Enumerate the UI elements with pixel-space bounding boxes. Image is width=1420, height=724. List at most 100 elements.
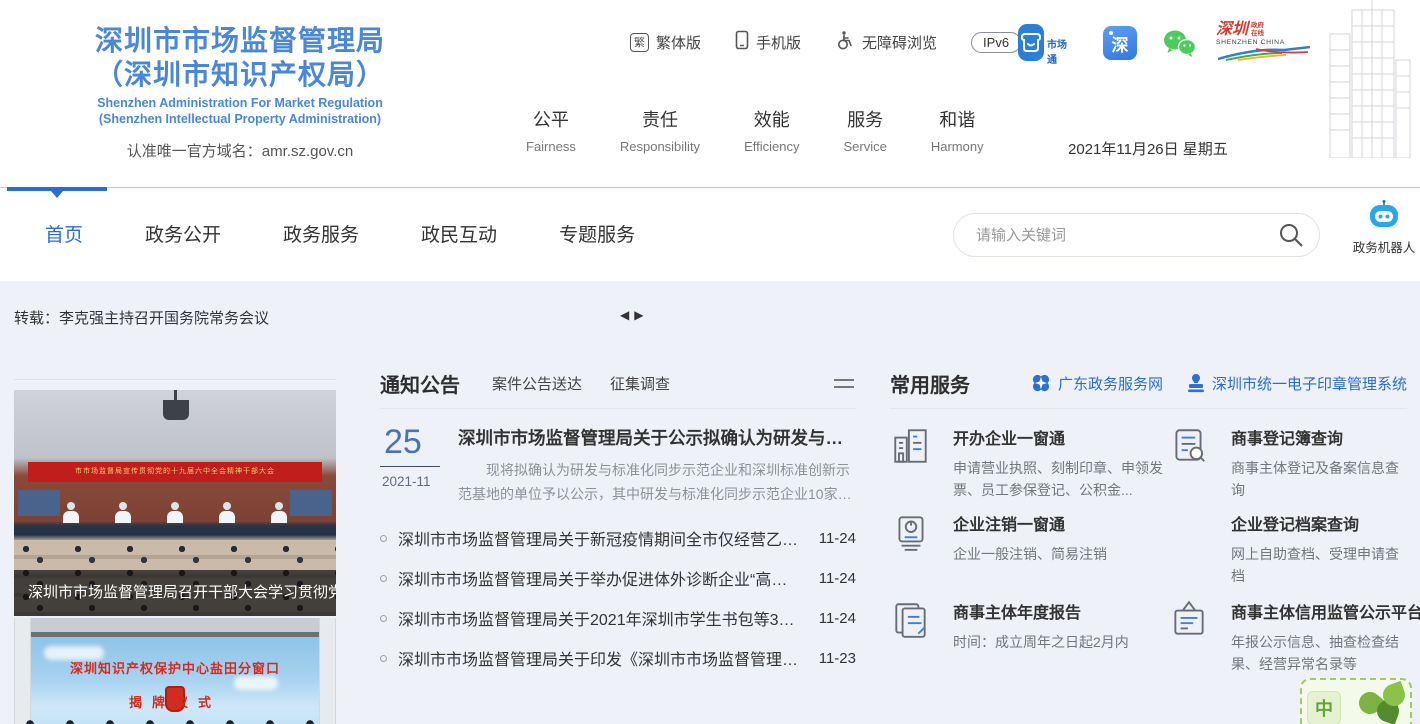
search-input[interactable] [976, 227, 1277, 244]
market-app-icon [1018, 24, 1044, 61]
notice-list-item[interactable]: 深圳市市场监督管理局关于印发《深圳市市场监督管理局商... 11-23 [380, 638, 856, 678]
service-open-business[interactable]: 开办企业一窗通 申请营业执照、刻制印章、申领发票、员工参保登记、公积金... [890, 425, 1168, 501]
accessibility-wheelchair-icon [835, 30, 855, 54]
content-area: 转载：李克强主持召开国务院常务会议 ◀ ▶ 市市场监督局宣传贯彻党的十九届六中全… [0, 281, 1420, 724]
main-navbar: 首页 政务公开 政务服务 政民互动 专题服务 [0, 188, 1420, 281]
news-ticker-link[interactable]: 转载：李克强主持召开国务院常务会议 [14, 307, 269, 328]
gov-logo-cn-small: 政府在线 [1251, 22, 1266, 38]
nav-item-gov-info[interactable]: 政务公开 [145, 220, 221, 247]
notices-tabs: 案件公告送达 征集调查 [492, 373, 670, 394]
nav-item-special-services[interactable]: 专题服务 [559, 220, 635, 247]
active-tab-pointer [51, 191, 63, 198]
photo-carousel: 市市场监督局宣传贯彻党的十九届六中全会精神干部大会 深圳市市场监督管理局召开干部… [14, 379, 336, 724]
gov-logo-swoosh [1216, 46, 1312, 62]
ticker-prev-button[interactable]: ◀ [620, 308, 629, 322]
logo-title-line2: （深圳市知识产权局） [25, 58, 455, 92]
mobile-version-link[interactable]: 手机版 [735, 30, 801, 54]
service-deregistration[interactable]: 企业注销一窗通 企业一般注销、简易注销 [890, 511, 1168, 566]
annual-report-icon [890, 599, 932, 641]
traditional-chinese-icon: 繁 [630, 33, 649, 52]
tab-case-announcements[interactable]: 案件公告送达 [492, 373, 582, 394]
divider [890, 408, 1407, 409]
carousel-photo-ceremony[interactable]: 深圳知识产权保护中心盐田分窗口 揭牌仪式 [14, 618, 336, 724]
traditional-version-link[interactable]: 繁 繁体版 [630, 32, 701, 53]
gd-gov-flower-icon [1031, 373, 1051, 393]
logo-title-line1: 深圳市市场监督管理局 [25, 24, 455, 58]
market-app-label: 市场通 [1047, 36, 1068, 66]
pillar-right [319, 618, 336, 724]
services-header: 常用服务 广东政务服务网 [890, 366, 1407, 400]
search-icon [1277, 221, 1305, 249]
power-device-icon [890, 511, 932, 553]
service-registry-search[interactable]: 商事登记簿查询 商事主体登记及备案信息查询 [1168, 425, 1407, 501]
shenzhen-gov-online-logo[interactable]: 深圳 政府在线 SHENZHEN CHINA [1216, 22, 1316, 67]
logo-subtitle-line1: Shenzhen Administration For Market Regul… [25, 96, 455, 112]
date-rule [380, 466, 440, 467]
search-button[interactable] [1277, 221, 1305, 249]
notices-section: 通知公告 案件公告送达 征集调查 25 2021-11 深圳市市 [380, 366, 856, 678]
carousel-caption: 深圳市市场监督管理局召开干部大会学习贯彻党的十... [14, 570, 336, 616]
more-icon [834, 379, 854, 381]
bullet-icon [380, 615, 387, 622]
notice-date: 11-24 [819, 610, 856, 627]
service-archive-search[interactable]: 企业登记档案查询 网上自助查档、受理申请查档 [1168, 511, 1407, 587]
pillar-left [14, 618, 31, 724]
ticker-next-button[interactable]: ▶ [634, 308, 643, 322]
gov-robot-label: 政务机器人 [1352, 237, 1416, 256]
service-desc: 时间：成立周年之日起2月内 [953, 632, 1129, 654]
document-search-icon [1168, 425, 1210, 467]
site-logo: 深圳市市场监督管理局 （深圳市知识产权局） Shenzhen Administr… [25, 24, 455, 161]
service-desc: 商事主体登记及备案信息查询 [1231, 458, 1407, 501]
notice-list-item[interactable]: 深圳市市场监督管理局关于新冠疫情期间全市仅经营乙类非... 11-24 [380, 518, 856, 558]
value-fairness: 公平 Fairness [516, 106, 586, 154]
wechat-icon[interactable] [1161, 28, 1197, 65]
skyscraper-sketch [1314, 0, 1418, 158]
service-desc: 年报公示信息、抽查检查结果、经营异常名录等 [1231, 632, 1407, 675]
nav-item-interaction[interactable]: 政民互动 [421, 220, 497, 247]
featured-notice: 25 2021-11 深圳市市场监督管理局关于公示拟确认为研发与标... 现将拟… [380, 409, 856, 506]
notice-title[interactable]: 深圳市市场监督管理局关于新冠疫情期间全市仅经营乙类非... [398, 526, 819, 550]
notices-header: 通知公告 案件公告送达 征集调查 [380, 366, 856, 400]
service-title: 企业注销一窗通 [953, 511, 1107, 535]
accessibility-link[interactable]: 无障碍浏览 [835, 30, 937, 54]
services-links: 广东政务服务网 深圳市统一电子印章管理系统 [1031, 373, 1407, 394]
value-harmony: 和谐 Harmony [921, 106, 994, 154]
bullet-icon [380, 655, 387, 662]
ishenzhen-app-icon[interactable]: 深 [1103, 26, 1137, 60]
carousel-photo-meeting[interactable]: 市市场监督局宣传贯彻党的十九届六中全会精神干部大会 深圳市市场监督管理局召开干部… [14, 390, 336, 616]
nav-item-gov-services[interactable]: 政务服务 [283, 220, 359, 247]
notice-list-item[interactable]: 深圳市市场监督管理局关于举办促进体外诊断企业“高质量... 11-24 [380, 558, 856, 598]
nav-links: 首页 政务公开 政务服务 政民互动 专题服务 [45, 220, 635, 247]
notice-title[interactable]: 深圳市市场监督管理局关于举办促进体外诊断企业“高质量... [398, 566, 819, 590]
quick-links: 繁 繁体版 手机版 无障碍浏览 [630, 30, 1021, 54]
ceremony-title: 深圳知识产权保护中心盐田分窗口 [31, 658, 319, 677]
current-date: 2021年11月26日 星期五 [1068, 138, 1228, 159]
service-annual-report[interactable]: 商事主体年度报告 时间：成立周年之日起2月内 [890, 599, 1168, 654]
ceremony-people [14, 716, 336, 724]
featured-notice-title[interactable]: 深圳市市场监督管理局关于公示拟确认为研发与标... [458, 425, 856, 450]
gov-logo-cn: 深圳 [1216, 22, 1248, 38]
logo-title: 深圳市市场监督管理局 （深圳市知识产权局） [25, 24, 455, 92]
nav-item-home[interactable]: 首页 [45, 220, 83, 247]
ceremony-subtitle: 揭牌仪式 [31, 692, 319, 711]
notice-list: 深圳市市场监督管理局关于新冠疫情期间全市仅经营乙类非... 11-24 深圳市市… [380, 518, 856, 678]
featured-date: 25 2021-11 [380, 425, 458, 506]
notice-board-icon [1168, 599, 1210, 641]
gov-robot-button[interactable]: 政务机器人 [1352, 200, 1416, 256]
notice-title[interactable]: 深圳市市场监督管理局关于印发《深圳市市场监督管理局商... [398, 646, 819, 670]
notices-title: 通知公告 [380, 369, 460, 398]
guangdong-gov-link[interactable]: 广东政务服务网 [1031, 373, 1163, 394]
ipv6-badge[interactable]: IPv6 [971, 32, 1021, 53]
notice-date: 11-24 [819, 570, 856, 587]
meeting-banner: 市市场监督局宣传贯彻党的十九届六中全会精神干部大会 [28, 462, 322, 482]
market-app-link[interactable]: 市场通 [1018, 24, 1068, 66]
china-gov-widget-char: 中 [1307, 691, 1341, 724]
china-gov-widget[interactable]: 中 [1300, 678, 1412, 724]
notice-title[interactable]: 深圳市市场监督管理局关于2021年深圳市学生书包等3类产... [398, 606, 819, 630]
tab-surveys[interactable]: 征集调查 [610, 373, 670, 394]
service-credit-platform[interactable]: 商事主体信用监管公示平台 年报公示信息、抽查检查结果、经营异常名录等 [1168, 599, 1407, 675]
notices-more-button[interactable] [832, 372, 856, 395]
eseal-system-link[interactable]: 深圳市统一电子印章管理系统 [1187, 373, 1407, 394]
mobile-phone-icon [735, 30, 749, 54]
notice-list-item[interactable]: 深圳市市场监督管理局关于2021年深圳市学生书包等3类产... 11-24 [380, 598, 856, 638]
